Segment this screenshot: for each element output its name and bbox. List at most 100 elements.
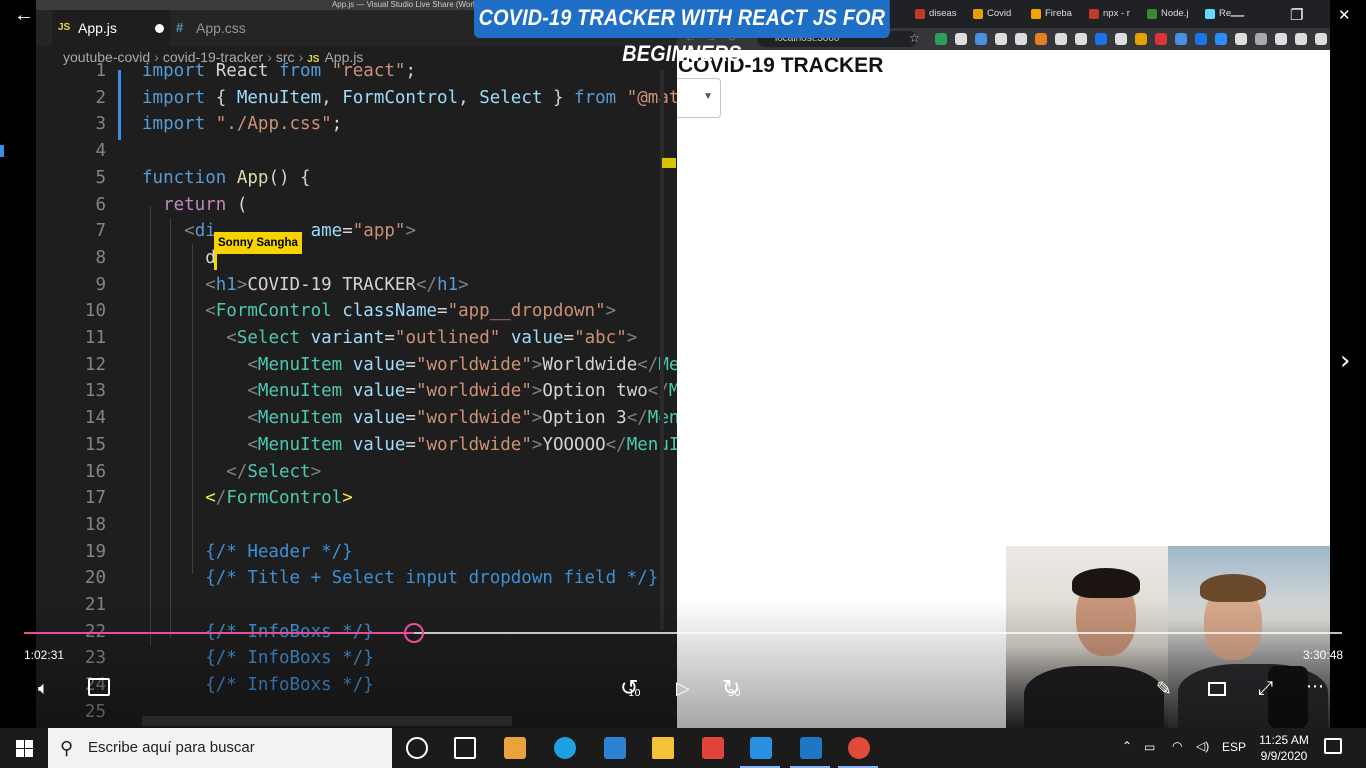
code-line[interactable]: 6 return (: [36, 192, 677, 219]
browser-extension-icon[interactable]: [1235, 33, 1247, 45]
more-options-icon[interactable]: ⋯: [1306, 676, 1324, 697]
browser-extension-icon[interactable]: [1155, 33, 1167, 45]
browser-extension-icon[interactable]: [1315, 33, 1327, 45]
code-token: "@mat: [626, 87, 677, 108]
volume-icon[interactable]: 🔈︎: [38, 678, 49, 699]
code-line[interactable]: 4: [36, 138, 677, 165]
indent-guide: [170, 218, 171, 638]
mail-icon[interactable]: [590, 728, 638, 768]
notifications-icon[interactable]: [1324, 738, 1342, 754]
movies-tv-icon[interactable]: [786, 728, 834, 768]
windows-start-icon[interactable]: [0, 728, 48, 768]
browser-tab[interactable]: Fireba: [1029, 4, 1072, 24]
back-arrow-icon[interactable]: ←: [14, 4, 34, 27]
close-icon[interactable]: ✕: [1338, 6, 1351, 24]
code-text: d: [142, 245, 216, 272]
code-line[interactable]: 5 function App() {: [36, 165, 677, 192]
git-icon[interactable]: [688, 728, 736, 768]
code-text: <h1>COVID-19 TRACKER</h1>: [142, 272, 468, 299]
code-token: ,: [458, 87, 480, 108]
wifi-icon[interactable]: ◠: [1172, 739, 1182, 753]
bookmark-star-icon[interactable]: ☆: [909, 31, 920, 45]
code-line[interactable]: 8 d: [36, 245, 677, 272]
code-line[interactable]: 10 <FormControl className="app__dropdown…: [36, 298, 677, 325]
code-line[interactable]: 13 <MenuItem value="worldwide">Option tw…: [36, 378, 677, 405]
code-token: {/* Header */}: [205, 541, 353, 562]
browser-extension-icon[interactable]: [1275, 33, 1287, 45]
fullscreen-icon[interactable]: ⤢: [1258, 677, 1273, 699]
browser-extension-icon[interactable]: [1055, 33, 1067, 45]
chrome-icon[interactable]: [834, 728, 882, 768]
browser-extension-icon[interactable]: [1195, 33, 1207, 45]
minimize-icon[interactable]: —: [1230, 6, 1245, 24]
browser-extension-icon[interactable]: [975, 33, 987, 45]
language-indicator[interactable]: ESP: [1222, 740, 1246, 754]
browser-extension-icon[interactable]: [935, 33, 947, 45]
line-number: 8: [95, 247, 106, 268]
code-token: >: [531, 354, 543, 375]
code-token: return: [163, 194, 237, 215]
tab-app-css[interactable]: # App.css: [170, 10, 280, 46]
code-token: ,: [321, 87, 343, 108]
speaker-icon[interactable]: ◁): [1196, 739, 1209, 753]
browser-extension-icon[interactable]: [1095, 33, 1107, 45]
code-token: >: [605, 301, 617, 322]
code-line[interactable]: 16 </Select>: [36, 459, 677, 486]
chevron-right-icon[interactable]: ›: [1340, 346, 1350, 376]
mini-view-icon[interactable]: [1208, 682, 1226, 696]
code-line[interactable]: 3 import "./App.css";: [36, 111, 677, 138]
browser-extension-icon[interactable]: [955, 33, 967, 45]
code-line[interactable]: 7 <di ame="app">: [36, 218, 677, 245]
browser-extension-icon[interactable]: [1135, 33, 1147, 45]
store-icon[interactable]: [490, 728, 538, 768]
browser-tab[interactable]: Covid: [971, 4, 1011, 24]
chevron-up-icon[interactable]: ⌃: [1122, 739, 1132, 753]
taskbar-clock[interactable]: 11:25 AM 9/9/2020: [1252, 732, 1316, 764]
restore-icon[interactable]: ❐: [1290, 6, 1303, 24]
code-line[interactable]: 19 {/* Header */}: [36, 539, 677, 566]
code-token: <: [247, 354, 258, 375]
browser-tab[interactable]: Node.j: [1145, 4, 1188, 24]
vscode-icon[interactable]: [736, 728, 784, 768]
code-token: MenuItem: [257, 408, 353, 429]
code-line[interactable]: 9 <h1>COVID-19 TRACKER</h1>: [36, 272, 677, 299]
line-number: 5: [95, 167, 106, 188]
browser-extension-icon[interactable]: [1115, 33, 1127, 45]
edge-icon[interactable]: [540, 728, 588, 768]
task-view-icon[interactable]: [440, 728, 488, 768]
taskbar-search-box[interactable]: ⚲ Escribe aquí para buscar: [48, 728, 392, 768]
browser-extension-icon[interactable]: [995, 33, 1007, 45]
code-line[interactable]: 12 <MenuItem value="worldwide">Worldwide…: [36, 352, 677, 379]
code-line[interactable]: 15 <MenuItem value="worldwide">YOOOOO</M…: [36, 432, 677, 459]
code-line[interactable]: 20 {/* Title + Select input dropdown fie…: [36, 565, 677, 592]
taskbar-app-glyph: [406, 737, 428, 759]
code-line[interactable]: 18: [36, 512, 677, 539]
tab-app-js[interactable]: JS App.js: [52, 10, 170, 46]
browser-extension-icon[interactable]: [1075, 33, 1087, 45]
network-icon[interactable]: ▭: [1144, 740, 1155, 754]
browser-extension-icon[interactable]: [1175, 33, 1187, 45]
code-line[interactable]: 17 </FormControl>: [36, 485, 677, 512]
browser-tab[interactable]: diseas: [913, 4, 956, 24]
browser-tab[interactable]: npx - r: [1087, 4, 1130, 24]
play-icon[interactable]: ▷: [676, 678, 690, 699]
file-explorer-icon[interactable]: [638, 728, 686, 768]
browser-extension-icon[interactable]: [1255, 33, 1267, 45]
browser-extension-icon[interactable]: [1215, 33, 1227, 45]
browser-extension-icon[interactable]: [1295, 33, 1307, 45]
browser-extension-icon[interactable]: [1015, 33, 1027, 45]
browser-extension-icon[interactable]: [1035, 33, 1047, 45]
unsaved-dot-icon[interactable]: [155, 24, 164, 33]
browser-tab-label: Covid: [987, 8, 1012, 19]
browser-tab[interactable]: Re: [1203, 4, 1231, 24]
code-line[interactable]: 1 import React from "react";: [36, 58, 677, 85]
code-line[interactable]: 11 <Select variant="outlined" value="abc…: [36, 325, 677, 352]
pen-icon[interactable]: ✎: [1156, 678, 1172, 700]
country-dropdown[interactable]: ▼: [677, 78, 721, 118]
vertical-scrollbar[interactable]: [660, 70, 664, 630]
cortana-icon[interactable]: [392, 728, 440, 768]
code-line[interactable]: 2 import { MenuItem, FormControl, Select …: [36, 85, 677, 112]
code-line[interactable]: 14 <MenuItem value="worldwide">Option 3<…: [36, 405, 677, 432]
captions-icon[interactable]: [88, 678, 110, 696]
